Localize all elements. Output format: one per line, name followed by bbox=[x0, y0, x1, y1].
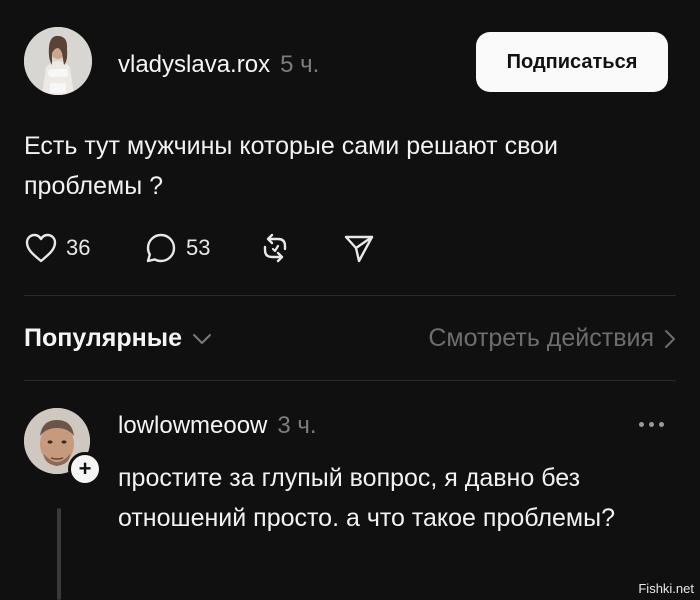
more-icon[interactable] bbox=[635, 418, 668, 431]
like-button[interactable]: 36 bbox=[24, 230, 90, 266]
divider-top bbox=[24, 295, 676, 296]
reply-button[interactable]: 53 bbox=[144, 230, 210, 266]
repost-button[interactable] bbox=[258, 230, 292, 266]
post-header: vladyslava.rox 5 ч. Подписаться bbox=[24, 24, 676, 104]
chevron-right-icon bbox=[665, 329, 675, 348]
share-button[interactable] bbox=[342, 230, 376, 266]
sort-row: Популярные Смотреть действия bbox=[24, 318, 676, 362]
share-icon bbox=[344, 235, 374, 263]
repost-icon bbox=[263, 233, 287, 263]
view-activity-link[interactable]: Смотреть действия bbox=[428, 324, 676, 353]
author-username-text[interactable]: vladyslava.rox bbox=[118, 51, 270, 78]
follow-plus-button[interactable]: + bbox=[68, 452, 102, 486]
author-username[interactable]: vladyslava.rox 5 ч. bbox=[118, 51, 319, 79]
heart-icon bbox=[25, 233, 57, 263]
commenter-username[interactable]: lowlowmeoow bbox=[118, 412, 267, 439]
view-activity-label: Смотреть действия bbox=[428, 324, 654, 352]
reply-count: 53 bbox=[186, 235, 211, 260]
follow-button[interactable]: Подписаться bbox=[476, 32, 668, 92]
post-time: 5 ч. bbox=[280, 51, 320, 78]
thread-line bbox=[57, 508, 61, 600]
comment-header: lowlowmeoow 3 ч. bbox=[118, 412, 317, 440]
post-actions: 36 53 bbox=[24, 230, 424, 270]
comment-icon bbox=[146, 233, 176, 263]
watermark: Fishki.net bbox=[638, 581, 694, 596]
author-avatar[interactable] bbox=[24, 27, 92, 95]
sort-dropdown[interactable]: Популярные bbox=[24, 324, 212, 353]
comment-time: 3 ч. bbox=[277, 412, 317, 439]
sort-label: Популярные bbox=[24, 324, 183, 352]
like-count: 36 bbox=[66, 235, 91, 260]
post-text: Есть тут мужчины которые сами решают сво… bbox=[24, 132, 558, 200]
chevron-down-icon bbox=[193, 333, 212, 344]
divider-bottom bbox=[24, 380, 676, 381]
comment-text: простите за глупый вопрос, я давно без о… bbox=[118, 464, 615, 532]
